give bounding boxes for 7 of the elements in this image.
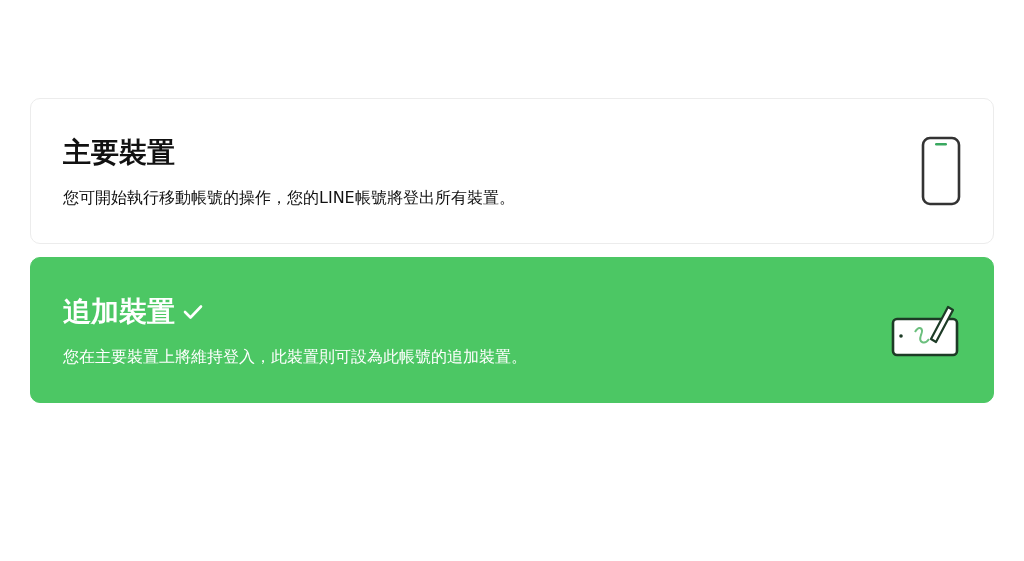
option-description: 您在主要裝置上將維持登入，此裝置則可設為此帳號的追加裝置。 [63,346,527,368]
phone-icon [921,136,961,206]
option-card[interactable]: 主要裝置 您可開始執行移動帳號的操作，您的LINE帳號將登出所有裝置。 [30,98,994,244]
option-title: 追加裝置 [63,293,175,330]
option-description: 您可開始執行移動帳號的操作，您的LINE帳號將登出所有裝置。 [63,187,515,209]
check-icon [183,303,203,320]
option-title: 主要裝置 [63,134,175,171]
